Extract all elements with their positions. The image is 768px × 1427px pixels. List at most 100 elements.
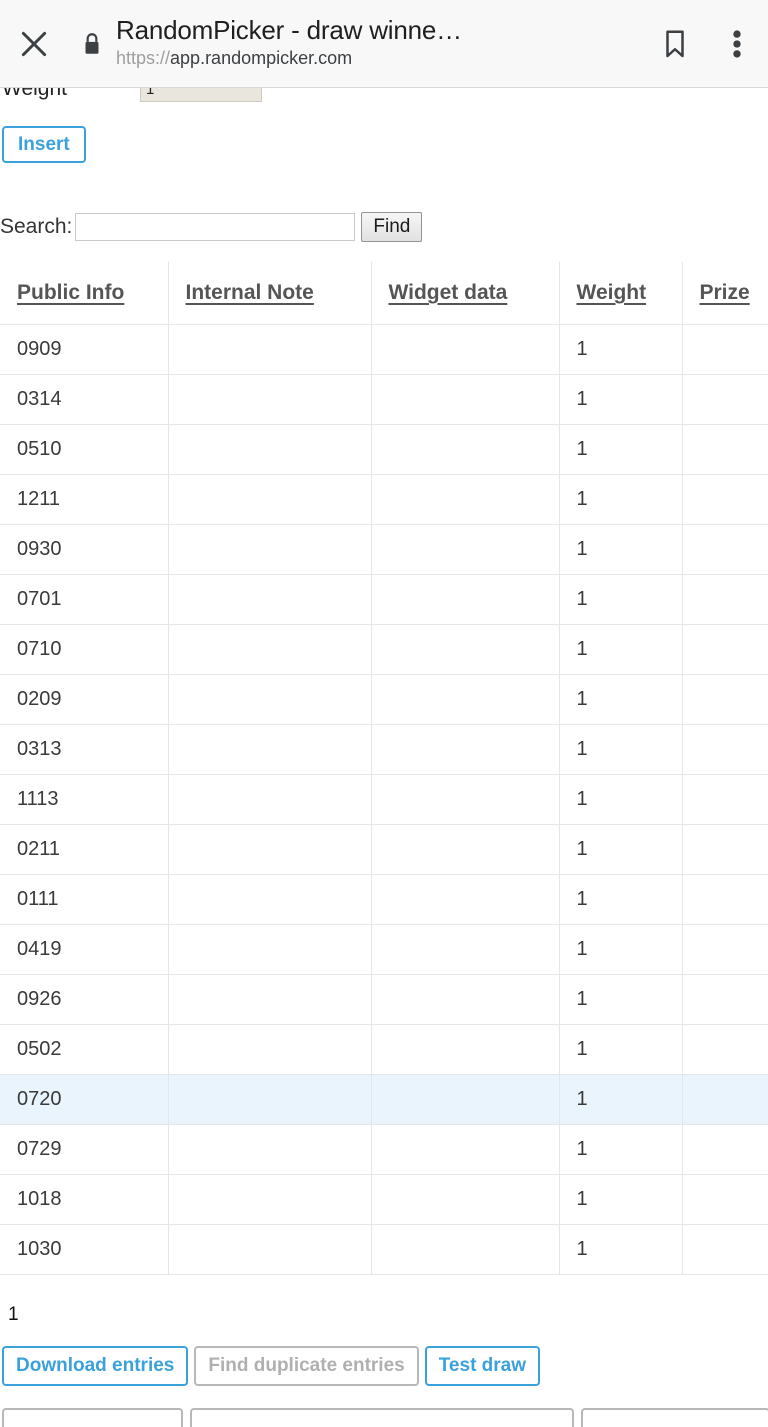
cell-weight: 1 xyxy=(559,573,683,625)
cell-prize xyxy=(682,773,768,825)
table-row[interactable]: 0720 1 xyxy=(0,1073,768,1125)
url-host: app.randompicker.com xyxy=(170,48,353,69)
table-row[interactable]: 1113 1 xyxy=(0,773,768,825)
address-bar[interactable]: RandomPicker - draw winne… https://app.r… xyxy=(116,16,644,70)
close-icon xyxy=(21,31,47,56)
cell-public-info: 1030 xyxy=(0,1223,169,1275)
search-input[interactable] xyxy=(75,213,356,241)
column-header-label: Prize xyxy=(699,280,750,304)
cell-widget-data xyxy=(371,823,560,875)
clipped-button-2[interactable] xyxy=(189,1408,574,1427)
cell-widget-data xyxy=(371,523,560,575)
table-row[interactable]: 0111 1 xyxy=(0,873,768,925)
cell-public-info: 0729 xyxy=(0,1123,169,1175)
clipped-button-3[interactable] xyxy=(580,1408,768,1427)
cell-widget-data xyxy=(371,1073,560,1125)
table-row[interactable]: 0314 1 xyxy=(0,373,768,425)
close-button[interactable] xyxy=(0,0,68,88)
table-row[interactable]: 0909 1 xyxy=(0,323,768,375)
overflow-menu-button[interactable] xyxy=(706,0,768,88)
table-row[interactable]: 0510 1 xyxy=(0,423,768,475)
page-url: https://app.randompicker.com xyxy=(116,47,638,70)
bookmark-icon xyxy=(666,30,684,57)
cell-prize xyxy=(682,723,768,775)
cell-prize xyxy=(682,623,768,675)
cell-internal-note xyxy=(168,923,372,975)
site-security-indicator[interactable] xyxy=(68,0,116,88)
cell-weight: 1 xyxy=(559,1023,683,1075)
cell-public-info: 0209 xyxy=(0,673,169,725)
cell-widget-data xyxy=(371,473,560,525)
table-row[interactable]: 0209 1 xyxy=(0,673,768,725)
insert-button[interactable]: Insert xyxy=(2,126,86,163)
table-row[interactable]: 0710 1 xyxy=(0,623,768,675)
table-row[interactable]: 0926 1 xyxy=(0,973,768,1025)
column-header-internal-note[interactable]: Internal Note xyxy=(168,262,372,325)
cell-weight: 1 xyxy=(559,523,683,575)
cell-internal-note xyxy=(168,573,372,625)
entry-actions-toolbar: Download entries Find duplicate entries Te… xyxy=(0,1346,768,1386)
cell-internal-note xyxy=(168,523,372,575)
search-row: Search: Find xyxy=(0,212,768,242)
table-row[interactable]: 0729 1 xyxy=(0,1123,768,1175)
clipped-button-1[interactable] xyxy=(2,1408,183,1427)
cell-internal-note xyxy=(168,823,372,875)
column-header-widget-data[interactable]: Widget data xyxy=(371,262,560,325)
cell-widget-data xyxy=(371,573,560,625)
cell-widget-data xyxy=(371,673,560,725)
entries-table-body: 0909 1 0314 1 0510 1 1211 1 0930 1 0701 1 0710 1 0209 1… xyxy=(0,323,768,1275)
table-row[interactable]: 0419 1 xyxy=(0,923,768,975)
cell-weight: 1 xyxy=(559,673,683,725)
column-header-public-info[interactable]: Public Info xyxy=(0,262,169,325)
cell-prize xyxy=(682,823,768,875)
cell-internal-note xyxy=(168,373,372,425)
cell-prize xyxy=(682,323,768,375)
cell-public-info: 1018 xyxy=(0,1173,169,1225)
weight-input[interactable] xyxy=(140,88,262,102)
cell-widget-data xyxy=(371,623,560,675)
table-row[interactable]: 1030 1 xyxy=(0,1223,768,1275)
download-entries-button[interactable]: Download entries xyxy=(2,1346,189,1386)
cell-internal-note xyxy=(168,773,372,825)
cell-internal-note xyxy=(168,1023,372,1075)
cell-internal-note xyxy=(168,473,372,525)
cell-public-info: 0211 xyxy=(0,823,169,875)
page-content: Weight Insert Search: Find Public Info I… xyxy=(0,88,768,1427)
cell-public-info: 0313 xyxy=(0,723,169,775)
secondary-actions-toolbar-clipped xyxy=(2,1408,768,1427)
bookmark-button[interactable] xyxy=(644,0,706,88)
cell-weight: 1 xyxy=(559,623,683,675)
search-label: Search: xyxy=(0,215,73,238)
cell-prize xyxy=(682,473,768,525)
table-row[interactable]: 0502 1 xyxy=(0,1023,768,1075)
table-row[interactable]: 0930 1 xyxy=(0,523,768,575)
table-row[interactable]: 0701 1 xyxy=(0,573,768,625)
cell-widget-data xyxy=(371,373,560,425)
cell-prize xyxy=(682,423,768,475)
cell-internal-note xyxy=(168,323,372,375)
column-header-label: Widget data xyxy=(388,280,508,304)
cell-public-info: 0710 xyxy=(0,623,169,675)
test-draw-button[interactable]: Test draw xyxy=(424,1346,541,1386)
cell-public-info: 0111 xyxy=(0,873,169,925)
cell-widget-data xyxy=(371,1123,560,1175)
pagination-current-page[interactable]: 1 xyxy=(8,1304,19,1326)
cell-prize xyxy=(682,973,768,1025)
cell-widget-data xyxy=(371,923,560,975)
cell-internal-note xyxy=(168,673,372,725)
weight-field-label: Weight xyxy=(2,88,67,100)
column-header-label: Public Info xyxy=(17,280,125,304)
cell-public-info: 0510 xyxy=(0,423,169,475)
table-row[interactable]: 0211 1 xyxy=(0,823,768,875)
cell-internal-note xyxy=(168,1173,372,1225)
column-header-weight[interactable]: Weight xyxy=(559,262,683,325)
find-button[interactable]: Find xyxy=(361,212,423,242)
column-header-prize[interactable]: Prize xyxy=(682,262,768,325)
table-row[interactable]: 0313 1 xyxy=(0,723,768,775)
cell-weight: 1 xyxy=(559,973,683,1025)
table-row[interactable]: 1018 1 xyxy=(0,1173,768,1225)
cell-widget-data xyxy=(371,1223,560,1275)
table-row[interactable]: 1211 1 xyxy=(0,473,768,525)
cell-weight: 1 xyxy=(559,373,683,425)
cell-widget-data xyxy=(371,1173,560,1225)
